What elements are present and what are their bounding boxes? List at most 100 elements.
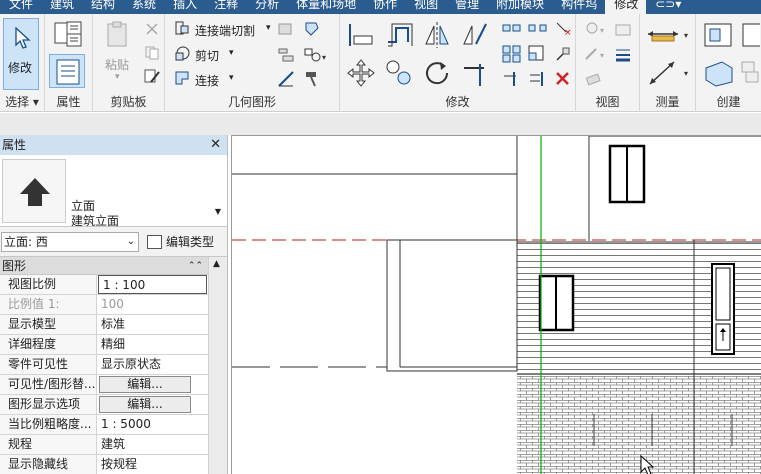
window-upper[interactable] bbox=[608, 144, 646, 204]
wall-joins-icon[interactable] bbox=[277, 20, 295, 38]
property-scrollbar[interactable]: ▲ bbox=[208, 257, 227, 474]
measure-icon[interactable]: ▾ bbox=[646, 22, 692, 46]
join-cut-dropdown-icon[interactable]: ▾ bbox=[266, 23, 271, 33]
modify-tools-panel-label: 修改 bbox=[445, 95, 470, 109]
properties-title-bar[interactable]: 属性 ✕ bbox=[0, 135, 227, 155]
context-menu-toggle-icon[interactable]: ⊂⊃▾ bbox=[646, 0, 689, 14]
window-mid[interactable] bbox=[538, 274, 575, 332]
hide-lightbulb-icon[interactable]: ▾ bbox=[584, 20, 614, 38]
close-icon[interactable]: ✕ bbox=[210, 135, 221, 155]
discipline-value[interactable]: 建筑 bbox=[97, 435, 208, 454]
hammer-icon[interactable] bbox=[303, 70, 321, 88]
mirror-draw-icon[interactable] bbox=[460, 20, 490, 50]
override-graphics-icon[interactable] bbox=[614, 20, 634, 38]
split-gap-icon[interactable] bbox=[528, 20, 548, 36]
trim-single-icon[interactable] bbox=[502, 70, 522, 88]
move-icon[interactable] bbox=[346, 58, 376, 88]
tab-view[interactable]: 视图 bbox=[405, 0, 446, 14]
tab-modify[interactable]: 修改 bbox=[605, 0, 647, 14]
create-parts-icon[interactable] bbox=[740, 20, 760, 50]
dimension-icon[interactable]: ▾ bbox=[646, 58, 692, 88]
create-assembly-icon[interactable] bbox=[702, 20, 736, 50]
array-icon[interactable] bbox=[502, 45, 522, 63]
type-dropdown-icon[interactable]: ▼ bbox=[215, 207, 221, 216]
linework-icon[interactable] bbox=[277, 70, 297, 88]
property-name: 零件可见性 bbox=[0, 355, 97, 374]
tab-annotate[interactable]: 注释 bbox=[205, 0, 246, 14]
brick-wall[interactable] bbox=[517, 376, 761, 474]
create-group-icon[interactable] bbox=[702, 58, 736, 88]
pin-icon[interactable] bbox=[554, 45, 572, 63]
cut-geometry-dropdown-icon[interactable]: ▾ bbox=[229, 48, 234, 58]
tab-structure[interactable]: 结构 bbox=[82, 0, 123, 14]
property-value: 编辑... bbox=[97, 375, 208, 394]
modify-button[interactable]: 修改 bbox=[3, 18, 39, 90]
coarse-scale-value[interactable]: 1 : 5000 bbox=[97, 415, 208, 434]
visibility-graphics-edit-button[interactable]: 编辑... bbox=[99, 376, 191, 393]
line-weight-icon[interactable] bbox=[614, 45, 634, 63]
instance-selector[interactable]: 立面: 西 ⌄ bbox=[1, 232, 139, 252]
join-cut-button[interactable]: 连接端切割 bbox=[195, 22, 255, 39]
lower-wall[interactable] bbox=[232, 239, 518, 372]
upper-wall[interactable] bbox=[232, 135, 761, 241]
measure-panel: ▾ ▾ 测量 bbox=[640, 14, 696, 112]
graphic-display-options-edit-button[interactable]: 编辑... bbox=[99, 396, 191, 413]
tab-collaborate[interactable]: 协作 bbox=[364, 0, 405, 14]
detail-level-value[interactable]: 精细 bbox=[97, 335, 208, 354]
copy-icon[interactable] bbox=[145, 46, 159, 60]
parts-visibility-value[interactable]: 显示原状态 bbox=[97, 355, 208, 374]
tab-architecture[interactable]: 建筑 bbox=[41, 0, 82, 14]
create-similar-icon[interactable] bbox=[740, 58, 760, 88]
tab-file[interactable]: 文件 bbox=[0, 0, 41, 14]
mirror-axis-icon[interactable] bbox=[422, 20, 452, 50]
type-properties-icon[interactable] bbox=[53, 20, 83, 48]
align-icon[interactable] bbox=[346, 20, 376, 50]
edit-type-button[interactable]: 编辑类型 bbox=[146, 232, 214, 252]
drawing-canvas[interactable] bbox=[231, 135, 761, 474]
properties-button[interactable] bbox=[49, 54, 85, 88]
tab-systems[interactable]: 系统 bbox=[123, 0, 164, 14]
tab-insert[interactable]: 插入 bbox=[164, 0, 205, 14]
display-model-value[interactable]: 标准 bbox=[97, 315, 208, 334]
eraser-icon[interactable] bbox=[584, 70, 604, 88]
join-cut-icon[interactable] bbox=[174, 20, 190, 36]
collapse-icon[interactable]: ⌃⌃ bbox=[188, 257, 203, 275]
door-right[interactable] bbox=[711, 263, 735, 355]
properties-panel-label: 属性 bbox=[56, 95, 81, 109]
show-hidden-lines-value[interactable]: 按规程 bbox=[97, 455, 208, 474]
tab-massing-site[interactable]: 体量和场地 bbox=[287, 0, 364, 14]
select-panel-label[interactable]: 选择 ▾ bbox=[0, 93, 44, 110]
paint-icon[interactable] bbox=[303, 20, 321, 38]
trim-multiple-icon[interactable] bbox=[528, 70, 548, 88]
type-selector[interactable]: 立面 建筑立面 ▼ bbox=[0, 155, 227, 228]
tab-component-dock[interactable]: 构件坞 bbox=[552, 0, 605, 14]
cut-icon[interactable] bbox=[145, 22, 159, 36]
rotate-icon[interactable] bbox=[422, 58, 452, 88]
scroll-up-icon[interactable]: ▲ bbox=[213, 259, 220, 269]
join-geometry-button[interactable]: 连接 bbox=[195, 72, 219, 89]
split-element-icon[interactable] bbox=[502, 20, 522, 36]
view-scale-input[interactable]: 1 : 100 bbox=[98, 275, 207, 294]
demolish-icon[interactable]: ▾ bbox=[303, 46, 329, 64]
trim-extend-icon[interactable] bbox=[460, 58, 490, 88]
delete-icon[interactable] bbox=[554, 70, 572, 88]
copy-element-icon[interactable] bbox=[384, 58, 414, 88]
offset-icon[interactable] bbox=[384, 20, 414, 50]
split-face-icon[interactable] bbox=[277, 46, 297, 64]
match-properties-icon[interactable] bbox=[143, 68, 161, 86]
tab-analyze[interactable]: 分析 bbox=[246, 0, 287, 14]
scale-icon[interactable] bbox=[528, 45, 548, 63]
cut-geometry-button[interactable]: 剪切 bbox=[195, 47, 219, 64]
paste-dropdown-icon: ▾ bbox=[115, 72, 120, 82]
tab-addins[interactable]: 附加模块 bbox=[487, 0, 552, 14]
paste-icon[interactable] bbox=[105, 20, 131, 50]
linework-brush-icon[interactable]: ▾ bbox=[584, 45, 614, 63]
cut-geometry-icon[interactable] bbox=[174, 45, 190, 61]
group-graphics[interactable]: 图形 ⌃⌃ bbox=[0, 257, 208, 275]
unpin-icon[interactable]: × bbox=[554, 20, 572, 36]
property-name: 图形显示选项 bbox=[0, 395, 97, 414]
join-geometry-dropdown-icon[interactable]: ▾ bbox=[229, 73, 234, 83]
tab-manage[interactable]: 管理 bbox=[446, 0, 487, 14]
elevation-drawing[interactable] bbox=[232, 135, 761, 474]
join-geometry-icon[interactable] bbox=[174, 70, 190, 86]
